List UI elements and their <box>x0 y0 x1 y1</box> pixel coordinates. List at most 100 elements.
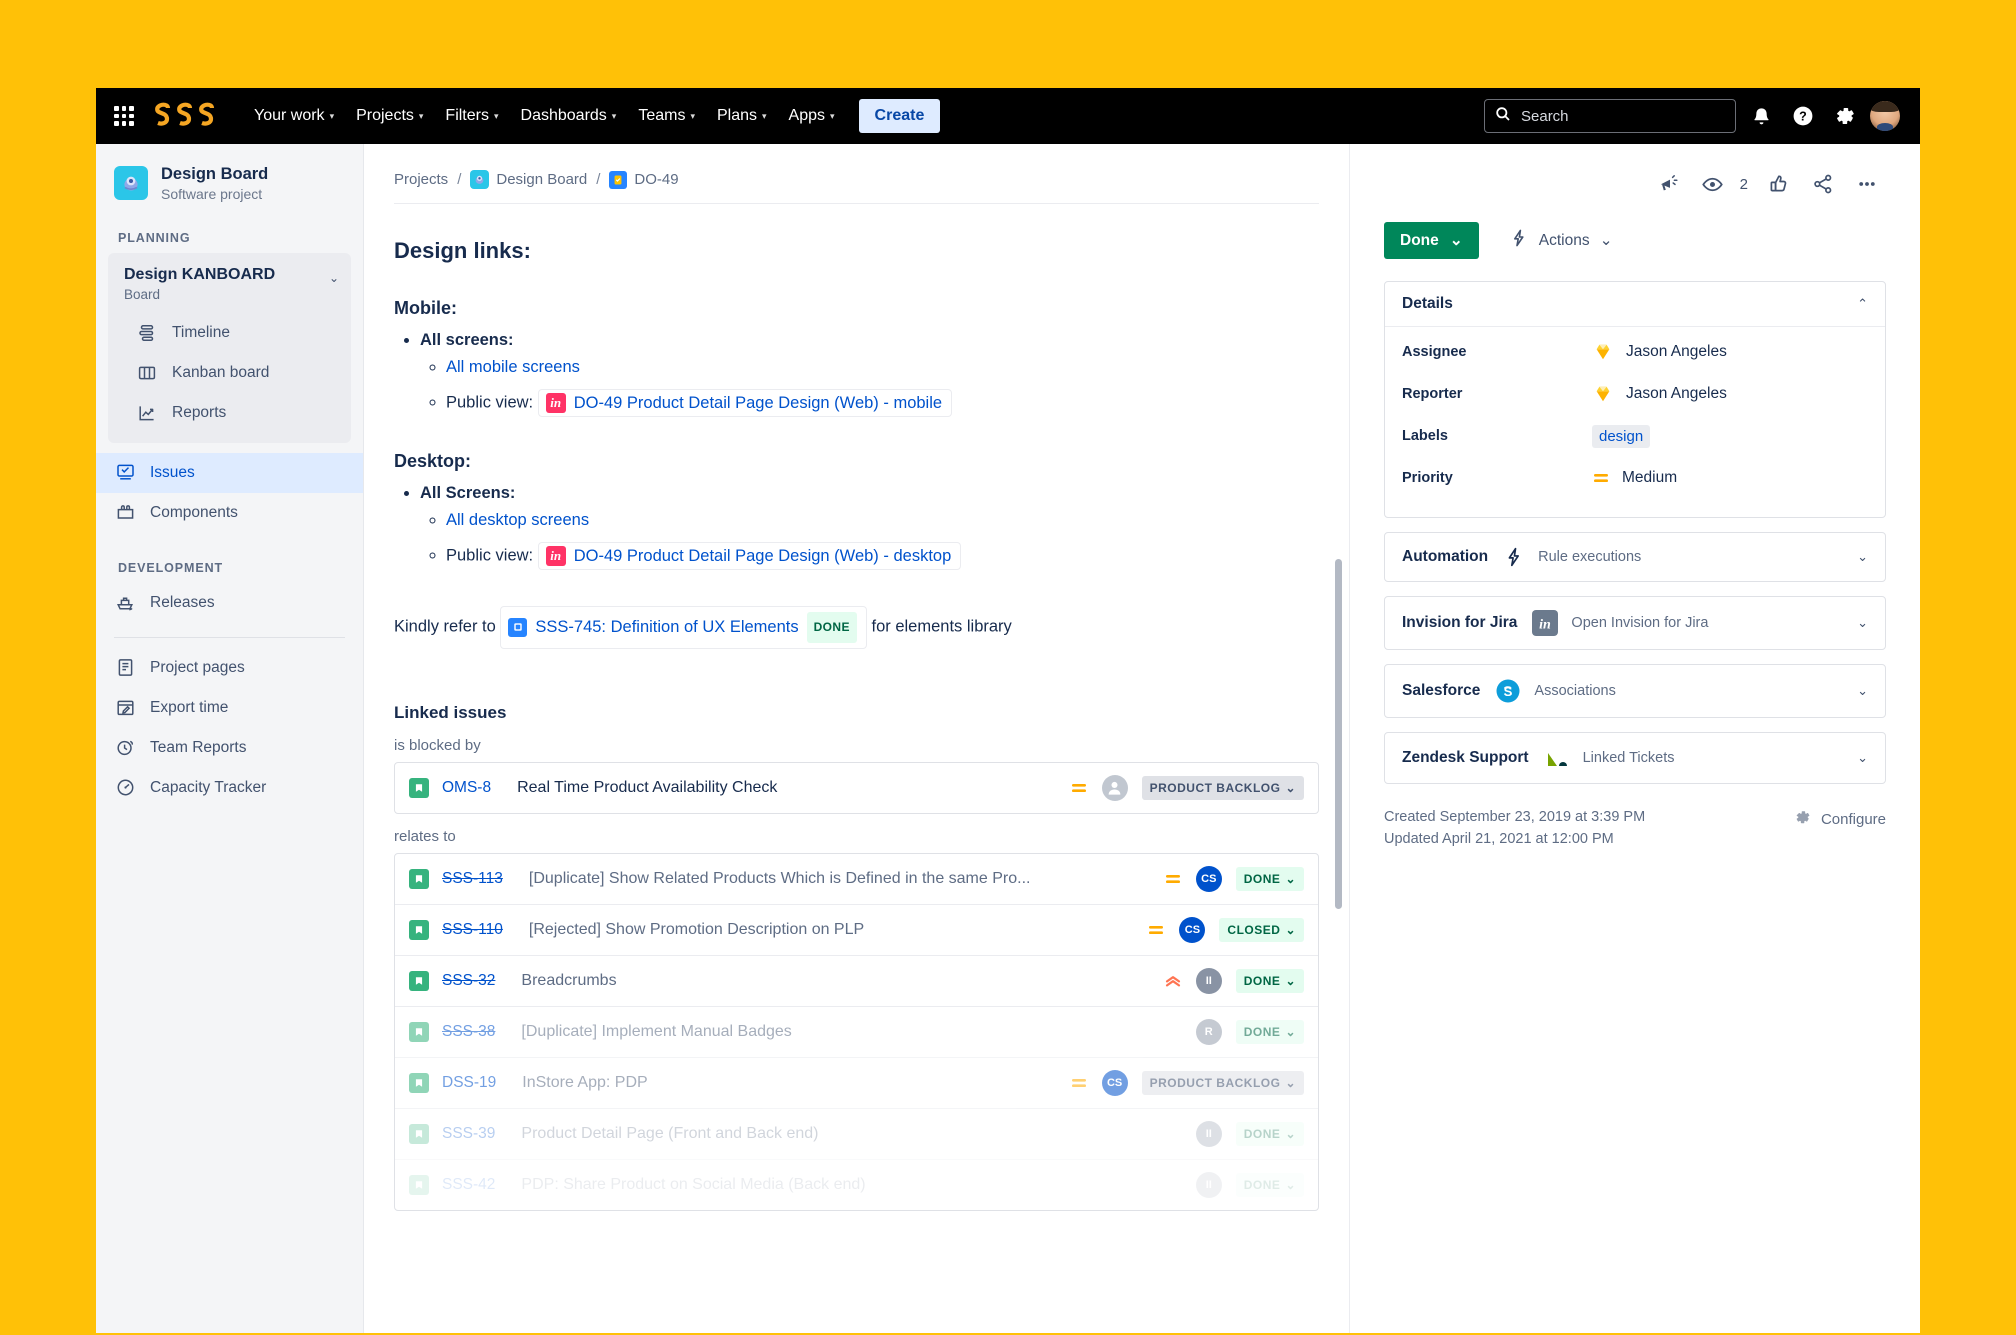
sidebar-item-releases[interactable]: Releases <box>96 583 363 623</box>
nav-item-plans[interactable]: Plans ▾ <box>707 99 777 133</box>
status-badge[interactable]: DONE ⌄ <box>1235 1172 1304 1197</box>
link-all-mobile-screens[interactable]: All mobile screens <box>446 358 580 376</box>
details-panel-header[interactable]: Details ⌃ <box>1385 282 1885 327</box>
settings-gear-icon[interactable] <box>1828 99 1862 133</box>
smart-link-mobile-invision[interactable]: in DO-49 Product Detail Page Design (Web… <box>537 389 953 417</box>
avatar[interactable]: CS <box>1195 865 1222 892</box>
detail-value[interactable]: Jason Angeles <box>1592 342 1727 362</box>
breadcrumb-projects[interactable]: Projects <box>394 171 448 188</box>
table-row[interactable]: SSS-113 [Duplicate] Show Related Product… <box>395 854 1318 905</box>
chevron-down-icon[interactable]: ⌄ <box>1857 683 1868 699</box>
breadcrumb-board[interactable]: Design Board <box>470 170 587 189</box>
user-avatar[interactable] <box>1870 101 1900 131</box>
issue-key[interactable]: SSS-42 <box>442 1176 495 1194</box>
table-row[interactable]: DSS-19 InStore App: PDP CS PRODUCT BACKL… <box>395 1058 1318 1109</box>
breadcrumb-board-label[interactable]: Design Board <box>496 171 587 188</box>
smart-link-desktop-invision[interactable]: in DO-49 Product Detail Page Design (Web… <box>537 542 962 570</box>
avatar[interactable]: CS <box>1101 1069 1128 1096</box>
watch-eye-icon[interactable] <box>1694 165 1732 203</box>
issue-key[interactable]: SSS-38 <box>442 1023 495 1041</box>
sidebar-item-capacity-tracker[interactable]: Capacity Tracker <box>96 768 363 808</box>
label-chip-design[interactable]: design <box>1592 424 1651 448</box>
sidebar-item-kanban-board[interactable]: Kanban board <box>108 353 351 393</box>
smart-link-label[interactable]: DO-49 Product Detail Page Design (Web) -… <box>574 394 942 413</box>
chevron-down-icon[interactable]: ⌄ <box>1857 615 1868 631</box>
nav-item-dashboards[interactable]: Dashboards ▾ <box>511 99 627 133</box>
status-dropdown-button[interactable]: Done ⌄ <box>1384 222 1479 259</box>
issue-key[interactable]: SSS-113 <box>442 870 503 888</box>
avatar[interactable]: II <box>1195 1171 1222 1198</box>
sidebar-item-components[interactable]: Components <box>96 493 363 533</box>
status-badge[interactable]: PRODUCT BACKLOG ⌄ <box>1141 775 1304 800</box>
megaphone-feedback-icon[interactable] <box>1650 165 1688 203</box>
breadcrumb-issue-key[interactable]: DO-49 <box>634 171 678 188</box>
sidebar-item-project-pages[interactable]: Project pages <box>96 648 363 688</box>
avatar[interactable]: II <box>1195 967 1222 994</box>
avatar[interactable]: II <box>1195 1120 1222 1147</box>
sidebar-item-timeline[interactable]: Timeline <box>108 313 351 353</box>
issue-scroll-area[interactable]: Design links: Mobile: All screens: All m… <box>364 204 1349 1333</box>
status-badge[interactable]: DONE ⌄ <box>1235 968 1304 993</box>
configure-button[interactable]: Configure <box>1793 806 1886 831</box>
link-all-desktop-screens[interactable]: All desktop screens <box>446 511 589 529</box>
scrollbar-thumb[interactable] <box>1335 559 1342 909</box>
sidebar-item-reports[interactable]: Reports <box>108 393 351 433</box>
issue-key[interactable]: SSS-32 <box>442 972 495 990</box>
breadcrumb-issue[interactable]: DO-49 <box>609 170 679 189</box>
table-row[interactable]: SSS-32 Breadcrumbs II DONE ⌄ <box>395 956 1318 1007</box>
thumbs-up-icon[interactable] <box>1760 165 1798 203</box>
sidebar-project-header[interactable]: Design Board Software project <box>96 164 363 203</box>
sidebar-board-header[interactable]: Design KANBOARD Board ⌄ <box>108 259 351 313</box>
nav-item-your-work[interactable]: Your work ▾ <box>244 99 344 133</box>
status-badge[interactable]: DONE ⌄ <box>1235 1019 1304 1044</box>
site-logo[interactable] <box>152 101 220 131</box>
detail-value[interactable]: Jason Angeles <box>1592 384 1727 404</box>
create-button[interactable]: Create <box>858 99 941 133</box>
issue-key[interactable]: SSS-110 <box>442 921 503 939</box>
table-row[interactable]: SSS-38 [Duplicate] Implement Manual Badg… <box>395 1007 1318 1058</box>
search-input[interactable] <box>1521 107 1725 125</box>
status-badge[interactable]: CLOSED ⌄ <box>1219 917 1304 942</box>
avatar[interactable] <box>1101 774 1128 801</box>
status-badge[interactable]: PRODUCT BACKLOG ⌄ <box>1141 1070 1304 1095</box>
sidebar-item-team-reports[interactable]: Team Reports <box>96 728 363 768</box>
scrollbar-track[interactable] <box>1335 204 1344 1333</box>
chevron-down-icon[interactable]: ⌄ <box>1857 750 1868 766</box>
nav-item-projects[interactable]: Projects ▾ <box>346 99 433 133</box>
table-row[interactable]: SSS-42 PDP: Share Product on Social Medi… <box>395 1160 1318 1210</box>
smart-link-sss-745[interactable]: SSS-745: Definition of UX Elements DONE <box>500 606 867 649</box>
chevron-down-icon[interactable]: ⌄ <box>1857 549 1868 565</box>
automation-panel-header[interactable]: Automation Rule executions ⌄ <box>1385 533 1885 581</box>
zendesk-panel-header[interactable]: Zendesk Support Linked Tickets ⌄ <box>1385 733 1885 783</box>
salesforce-panel-header[interactable]: Salesforce S Associations ⌄ <box>1385 665 1885 717</box>
table-row[interactable]: OMS-8 Real Time Product Availability Che… <box>395 763 1318 813</box>
sidebar-item-issues[interactable]: Issues <box>96 452 363 493</box>
more-actions-icon[interactable] <box>1848 165 1886 203</box>
issue-key[interactable]: DSS-19 <box>442 1074 496 1092</box>
share-icon[interactable] <box>1804 165 1842 203</box>
avatar[interactable]: CS <box>1179 916 1206 943</box>
nav-item-filters[interactable]: Filters ▾ <box>435 99 508 133</box>
help-icon[interactable]: ? <box>1786 99 1820 133</box>
actions-dropdown-button[interactable]: Actions ⌄ <box>1501 220 1621 261</box>
issue-key[interactable]: SSS-39 <box>442 1125 495 1143</box>
invision-panel-header[interactable]: Invision for Jira in Open Invision for J… <box>1385 597 1885 649</box>
table-row[interactable]: SSS-39 Product Detail Page (Front and Ba… <box>395 1109 1318 1160</box>
table-row[interactable]: SSS-110 [Rejected] Show Promotion Descri… <box>395 905 1318 956</box>
detail-value[interactable]: Medium <box>1592 469 1677 487</box>
nav-item-apps[interactable]: Apps ▾ <box>779 99 845 133</box>
global-search[interactable] <box>1484 99 1736 133</box>
smart-link-label[interactable]: DO-49 Product Detail Page Design (Web) -… <box>574 547 952 566</box>
chevron-up-icon[interactable]: ⌃ <box>1857 296 1868 312</box>
notifications-bell-icon[interactable] <box>1744 99 1778 133</box>
nav-item-teams[interactable]: Teams ▾ <box>628 99 705 133</box>
chevron-down-icon[interactable]: ⌄ <box>329 265 339 285</box>
status-badge[interactable]: DONE ⌄ <box>1235 1121 1304 1146</box>
sidebar-item-export-time[interactable]: Export time <box>96 688 363 728</box>
smart-link-label[interactable]: SSS-745: Definition of UX Elements <box>535 610 798 645</box>
app-switcher-icon[interactable] <box>110 102 138 130</box>
avatar[interactable]: R <box>1195 1018 1222 1045</box>
issue-key[interactable]: OMS-8 <box>442 779 491 797</box>
status-badge[interactable]: DONE ⌄ <box>1235 866 1304 891</box>
detail-value[interactable]: design <box>1592 424 1651 448</box>
